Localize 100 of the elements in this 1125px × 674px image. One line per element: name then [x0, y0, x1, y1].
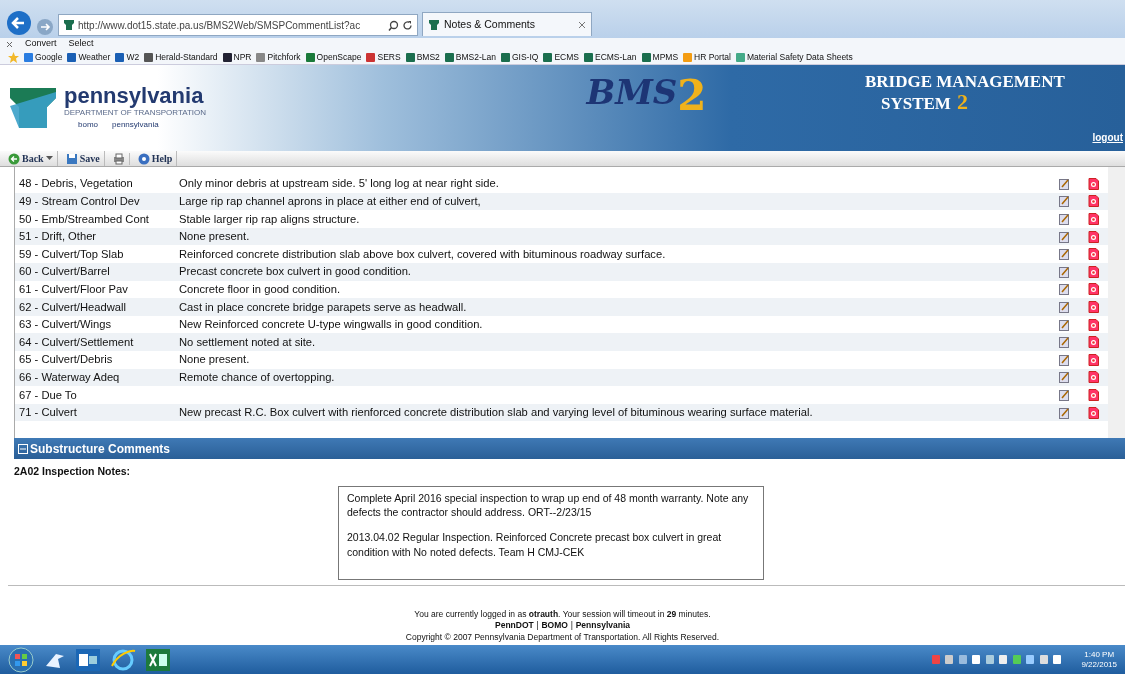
edit-icon[interactable]: [1059, 318, 1070, 331]
delete-icon[interactable]: [1088, 283, 1099, 296]
command-button[interactable]: Convert: [25, 37, 57, 51]
back-icon[interactable]: [6, 10, 32, 36]
edit-icon[interactable]: [1059, 177, 1070, 190]
section-title: Substructure Comments: [30, 440, 171, 458]
item-cell-text: 59 - Culvert/Top Slab: [18, 246, 125, 262]
footer-link[interactable]: BOMO: [541, 620, 568, 632]
edit-icon[interactable]: [1059, 195, 1070, 208]
print-icon: [112, 152, 125, 165]
delete-icon[interactable]: [1088, 300, 1099, 313]
edit-icon[interactable]: [1059, 230, 1070, 243]
delete-icon[interactable]: [1088, 213, 1099, 225]
edit-icon[interactable]: [1059, 388, 1070, 401]
collapse-icon[interactable]: [18, 443, 28, 454]
edit-icon[interactable]: [1059, 371, 1070, 384]
edit-icon[interactable]: [1059, 353, 1070, 366]
refresh-icon[interactable]: [402, 19, 413, 31]
edit-icon[interactable]: [1059, 265, 1070, 278]
delete-icon[interactable]: [1088, 406, 1099, 419]
close-icon[interactable]: [578, 20, 586, 29]
bomo-text: bomo: [78, 119, 98, 131]
delete-icon[interactable]: [1088, 195, 1099, 208]
separator: |: [570, 620, 573, 632]
app-title: BRIDGE MANAGEMENT: [865, 73, 1066, 91]
favorite-link[interactable]: Pitchfork: [256, 50, 301, 64]
favorite-link[interactable]: HR Portal: [683, 50, 731, 64]
item-cell-text: 61 - Culvert/Floor Pav: [18, 281, 129, 297]
favorite-link[interactable]: BMS2: [405, 50, 440, 64]
favorite-link[interactable]: ECMS: [543, 50, 579, 64]
edit-icon[interactable]: [1059, 406, 1070, 419]
footer-link[interactable]: PennDOT: [495, 620, 534, 632]
forward-icon[interactable]: [36, 18, 54, 36]
delete-icon[interactable]: [1088, 371, 1099, 384]
keystone-icon: [428, 18, 440, 31]
footer-link[interactable]: Pennsylvania: [575, 620, 630, 632]
edit-icon[interactable]: [1059, 300, 1070, 313]
site-icon: [366, 52, 376, 62]
clock-text[interactable]: 1:40 PM 9/22/2015: [1081, 649, 1117, 670]
star-icon[interactable]: [8, 51, 19, 63]
edit-icon[interactable]: [1059, 248, 1070, 261]
edit-icon[interactable]: [1059, 283, 1070, 296]
favorite-link[interactable]: Google: [24, 50, 63, 64]
close-icon[interactable]: [6, 40, 13, 48]
favorite-link[interactable]: ECMS-Lan: [583, 50, 637, 64]
delete-icon[interactable]: [1088, 265, 1099, 278]
item-cell-text: 50 - Emb/Streambed Cont: [18, 211, 150, 227]
item-cell-text: 63 - Culvert/Wings: [18, 317, 112, 333]
url-text: http://www.dot15.state.pa.us/BMS2Web/SMSPCommentList?ac: [78, 18, 362, 33]
site-icon: [583, 52, 593, 62]
separator: |: [536, 620, 539, 632]
scrollbar[interactable]: [1108, 167, 1125, 438]
help-button[interactable]: Help: [133, 151, 178, 166]
help-icon: [137, 152, 150, 165]
mail-app-icon[interactable]: [76, 648, 100, 671]
field-label: 2A02 Inspection Notes:: [14, 465, 131, 477]
save-icon: [65, 152, 78, 165]
search-icon[interactable]: [388, 19, 399, 31]
delete-icon[interactable]: [1088, 353, 1099, 366]
site-icon: [735, 52, 745, 62]
item-cell-text: 64 - Culvert/Settlement: [18, 334, 135, 350]
back-button[interactable]: Back: [4, 151, 58, 166]
session-text: You are currently logged in as otrauth. Your session will timeout in 29 minutes.: [414, 608, 711, 621]
delete-icon[interactable]: [1088, 388, 1099, 401]
edit-icon[interactable]: [1059, 213, 1070, 225]
logout-link[interactable]: logout: [1092, 130, 1123, 145]
favorite-link[interactable]: OpenScape: [305, 50, 362, 64]
delete-icon[interactable]: [1088, 318, 1099, 331]
inspection-notes-box[interactable]: Complete April 2016 special inspection to wrap up end of 48 month warranty. Note any defects the contractor should address. ORT--2/23/15 2013.04.02 Regular Inspection. Reinforced Concrete precast box culvert in great condition with No noted defects. Team H CMJ-CEK: [338, 485, 764, 580]
state-name: pennsylvania: [64, 85, 205, 107]
favorite-link[interactable]: NPR: [222, 50, 252, 64]
comment-cell-text: No settlement noted at site.: [179, 334, 317, 350]
delete-icon[interactable]: [1088, 248, 1099, 261]
delete-icon[interactable]: [1088, 230, 1099, 243]
favorite-link[interactable]: SERS: [366, 50, 401, 64]
favorite-link[interactable]: W2: [115, 50, 140, 64]
address-bar[interactable]: http://www.dot15.state.pa.us/BMS2Web/SMSPCommentList?ac: [58, 14, 418, 36]
favorite-link[interactable]: Herald-Standard: [144, 50, 218, 64]
favorite-link[interactable]: BMS2-Lan: [444, 50, 496, 64]
start-icon[interactable]: [8, 646, 34, 673]
favorite-link[interactable]: MPMS: [641, 50, 679, 64]
edit-icon[interactable]: [1059, 336, 1070, 349]
keystone-logo-icon: [8, 86, 58, 130]
save-button[interactable]: Save: [61, 151, 105, 166]
item-cell-text: 66 - Waterway Adeq: [18, 369, 121, 385]
delete-icon[interactable]: [1088, 336, 1099, 349]
site-icon: [222, 52, 232, 62]
favorite-link[interactable]: GIS-IQ: [500, 50, 539, 64]
favorite-link[interactable]: Weather: [67, 50, 111, 64]
item-cell-text: 62 - Culvert/Headwall: [18, 299, 127, 315]
spreadsheet-app-icon[interactable]: [146, 648, 170, 671]
delete-icon[interactable]: [1088, 177, 1099, 190]
site-icon: [405, 52, 415, 62]
browser-icon[interactable]: [110, 647, 136, 672]
command-button[interactable]: Select: [68, 37, 94, 51]
favorite-link[interactable]: Material Safety Data Sheets: [735, 50, 853, 64]
site-icon: [67, 52, 77, 62]
browser-tab[interactable]: Notes & Comments: [422, 12, 592, 36]
department-name: DEPARTMENT OF TRANSPORTATION: [64, 108, 207, 119]
comment-cell-text: Concrete floor in good condition.: [179, 281, 342, 297]
